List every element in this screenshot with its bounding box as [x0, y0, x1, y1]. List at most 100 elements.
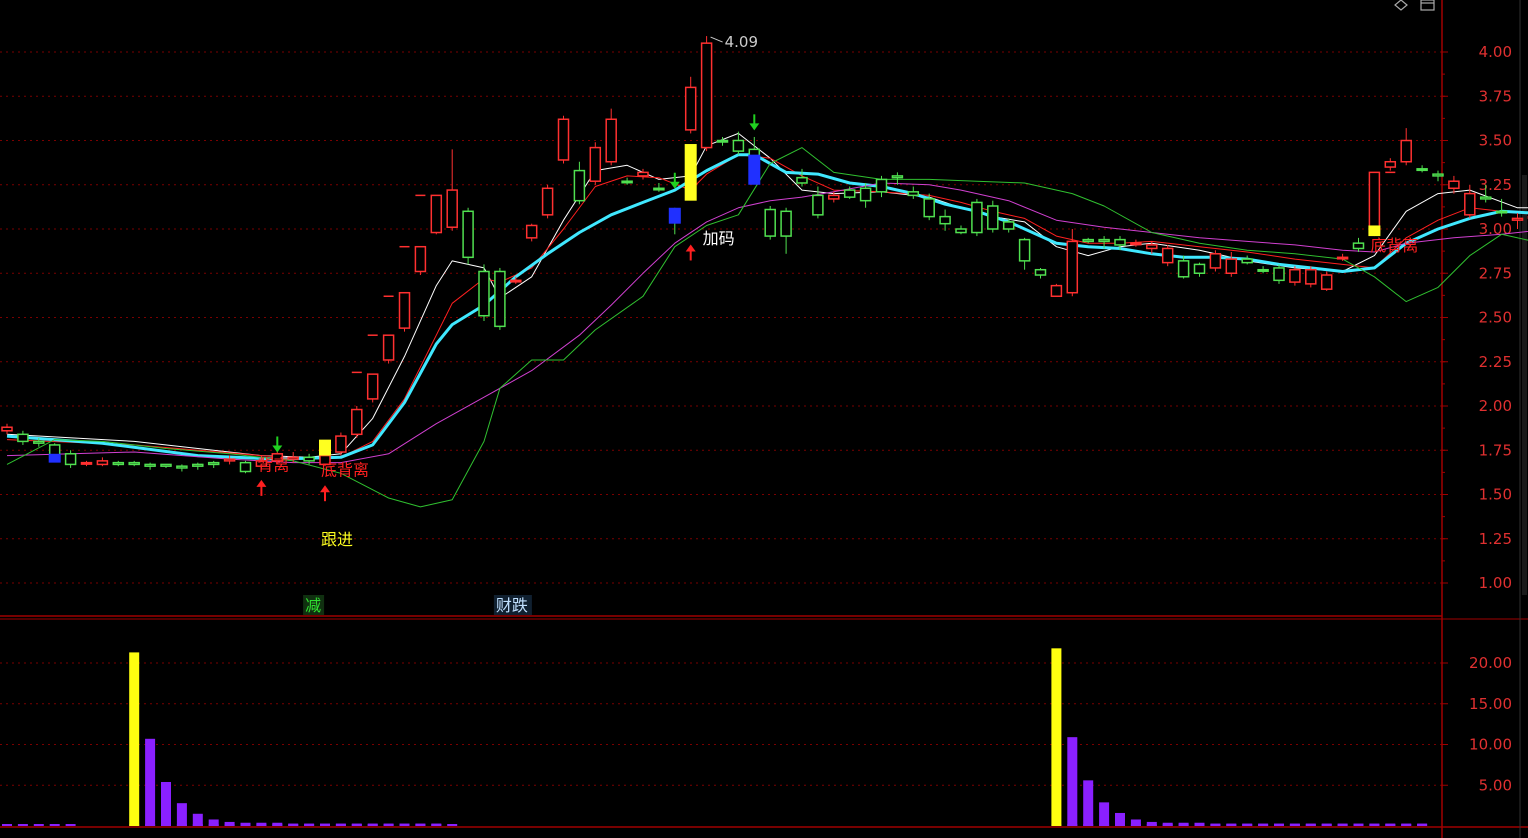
candle-body [128, 461, 140, 466]
candle[interactable] [1464, 184, 1476, 219]
candle[interactable] [160, 463, 172, 468]
candle[interactable] [1416, 165, 1428, 173]
candle[interactable] [1225, 252, 1238, 277]
indicator-bar [383, 823, 394, 826]
candle[interactable] [510, 276, 522, 284]
signal-box [319, 439, 331, 456]
candle[interactable] [414, 245, 427, 276]
candle[interactable] [1495, 198, 1508, 217]
candle[interactable] [382, 334, 395, 364]
scrollbar[interactable] [1522, 175, 1527, 595]
candle[interactable] [1, 423, 13, 435]
candle-body [1161, 247, 1174, 264]
candle[interactable] [1320, 271, 1333, 291]
candle[interactable] [494, 267, 506, 330]
indicator-bar [288, 823, 299, 826]
indicator-bar [351, 823, 362, 826]
annotation-label: 底背离 [1370, 236, 1418, 255]
candle[interactable] [446, 149, 458, 231]
corner-icons[interactable] [1394, 0, 1435, 11]
candle[interactable] [80, 460, 93, 467]
stock-chart[interactable]: 4.003.753.503.253.002.752.502.252.001.75… [0, 0, 1528, 838]
candle[interactable] [557, 115, 570, 164]
candle[interactable] [1289, 266, 1301, 286]
candle[interactable] [541, 184, 554, 219]
candle[interactable] [573, 161, 586, 205]
candle[interactable] [462, 207, 474, 265]
indicator-bar [1083, 780, 1094, 826]
candle[interactable] [971, 198, 983, 237]
candle[interactable] [987, 200, 999, 233]
candle[interactable] [1177, 255, 1190, 279]
candle[interactable] [955, 225, 967, 235]
candle[interactable] [1193, 262, 1206, 277]
candle[interactable] [875, 175, 888, 198]
candle-body [144, 463, 156, 467]
candle[interactable] [335, 432, 347, 456]
candle[interactable] [96, 457, 109, 467]
candle[interactable] [1273, 264, 1285, 284]
candle[interactable] [1448, 175, 1460, 194]
candle[interactable] [1018, 237, 1031, 270]
candle[interactable] [1352, 237, 1365, 253]
candle[interactable] [478, 264, 490, 322]
candle[interactable] [112, 460, 125, 467]
candle[interactable] [1400, 128, 1412, 166]
candle[interactable] [605, 108, 617, 166]
candle[interactable] [1050, 283, 1063, 298]
y-tick-label: 10.00 [1469, 736, 1512, 754]
candle[interactable] [525, 223, 538, 242]
window-icon[interactable] [1420, 0, 1435, 11]
candle[interactable] [700, 36, 713, 152]
candle[interactable] [907, 186, 920, 199]
indicator-bar [1274, 823, 1284, 826]
candle[interactable] [1241, 255, 1253, 265]
candle[interactable] [17, 430, 29, 445]
candle[interactable] [796, 168, 808, 187]
indicator-bar [272, 822, 283, 826]
candle-body [96, 460, 109, 466]
candle[interactable] [764, 205, 776, 240]
signal-box [684, 144, 697, 201]
candle[interactable] [64, 450, 77, 468]
diamond-icon[interactable] [1394, 0, 1408, 11]
indicator-bar [1067, 737, 1078, 826]
candle[interactable] [176, 464, 188, 472]
candle-body [1273, 267, 1285, 282]
candle[interactable] [192, 462, 204, 470]
candle[interactable] [621, 177, 633, 185]
candle[interactable] [684, 76, 697, 134]
candle-body [939, 215, 951, 225]
candle[interactable] [366, 373, 379, 403]
candle[interactable] [351, 406, 363, 438]
candle[interactable] [430, 194, 443, 235]
candle[interactable] [589, 142, 602, 185]
candle[interactable] [939, 209, 951, 231]
candle[interactable] [1161, 244, 1174, 267]
candle[interactable] [1511, 213, 1524, 229]
candle[interactable] [780, 207, 792, 254]
candle[interactable] [1336, 253, 1349, 261]
candle[interactable] [1384, 158, 1397, 171]
candle-body [955, 228, 967, 234]
candle[interactable] [1209, 250, 1222, 272]
annotation-label: 加码 [703, 229, 735, 248]
candle[interactable] [239, 460, 252, 474]
candle[interactable] [1034, 267, 1047, 279]
y-tick-label: 3.75 [1479, 87, 1512, 105]
candle-body [1400, 139, 1412, 163]
candle[interactable] [1257, 266, 1269, 274]
candle[interactable] [891, 172, 904, 185]
candle[interactable] [207, 460, 220, 468]
candle[interactable] [128, 460, 140, 467]
y-tick-label: 2.75 [1479, 264, 1512, 282]
candle[interactable] [1305, 266, 1317, 288]
indicator-bar [1146, 821, 1157, 826]
indicator-bar [1353, 823, 1364, 826]
candle[interactable] [287, 452, 299, 463]
candle[interactable] [398, 291, 411, 332]
y-tick-label: 2.25 [1479, 353, 1512, 371]
candle[interactable] [144, 462, 156, 470]
indicator-bar [161, 781, 171, 826]
indicator-bar [1369, 823, 1380, 826]
